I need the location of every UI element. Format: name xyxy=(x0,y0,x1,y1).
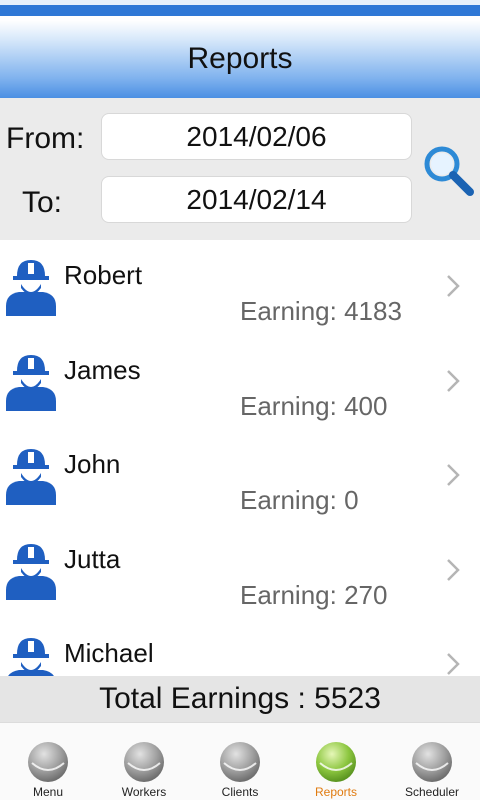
search-button[interactable] xyxy=(420,142,478,198)
worker-list: Robert Earning: 4183 James Earning: 400 … xyxy=(0,240,480,676)
chevron-right-icon xyxy=(447,558,460,581)
search-icon xyxy=(424,146,474,196)
tab-label: Workers xyxy=(121,785,167,799)
from-date-field[interactable]: 2014/02/06 xyxy=(101,113,412,160)
chevron-right-icon xyxy=(447,464,460,486)
worker-name: Jutta xyxy=(64,543,121,574)
list-item[interactable]: Michael xyxy=(0,618,480,676)
total-earnings-text: Total Earnings : 5523 xyxy=(99,682,381,715)
to-date-field[interactable]: 2014/02/14 xyxy=(101,176,412,223)
reports-tab-icon xyxy=(316,742,356,782)
list-item[interactable]: Robert Earning: 4183 xyxy=(0,240,480,335)
tab-reports[interactable]: Reports xyxy=(288,723,384,800)
list-item[interactable]: John Earning: 0 xyxy=(0,429,480,524)
worker-name: James xyxy=(64,354,141,385)
total-earnings-bar: Total Earnings : 5523 xyxy=(0,676,480,722)
status-strip xyxy=(0,0,480,20)
chevron-right-icon xyxy=(447,653,460,675)
worker-name: John xyxy=(64,449,121,479)
worker-earning: Earning: 4183 xyxy=(240,296,402,326)
list-item[interactable]: Jutta Earning: 270 xyxy=(0,524,480,619)
tab-label: Scheduler xyxy=(404,785,460,799)
menu-tab-icon xyxy=(28,742,68,782)
workers-tab-icon xyxy=(124,742,164,782)
tab-scheduler[interactable]: Scheduler xyxy=(384,723,480,800)
chevron-right-icon xyxy=(447,275,460,297)
tab-label: Clients xyxy=(221,785,259,799)
header-bar: Reports xyxy=(0,20,480,98)
worker-avatar-icon xyxy=(6,543,56,600)
to-label: To: xyxy=(22,186,63,219)
chevron-right-icon xyxy=(447,369,460,392)
from-label: From: xyxy=(6,122,85,155)
worker-avatar-icon xyxy=(6,260,56,316)
worker-avatar-icon xyxy=(6,354,56,411)
tab-label: Reports xyxy=(314,785,358,799)
tab-menu[interactable]: Menu xyxy=(0,723,96,800)
list-item[interactable]: James Earning: 400 xyxy=(0,335,480,430)
worker-earning: Earning: 400 xyxy=(240,390,388,421)
worker-name: Robert xyxy=(64,260,143,290)
worker-avatar-icon xyxy=(6,449,56,505)
worker-name: Michael xyxy=(64,638,154,668)
worker-earning: Earning: 270 xyxy=(240,579,388,610)
scheduler-tab-icon xyxy=(412,742,452,782)
clients-tab-icon xyxy=(220,742,260,782)
tab-label: Menu xyxy=(32,785,64,799)
tab-workers[interactable]: Workers xyxy=(96,723,192,800)
tab-clients[interactable]: Clients xyxy=(192,723,288,800)
bottom-tab-bar: Menu Workers Clients Reports Scheduler xyxy=(0,722,480,800)
worker-avatar-icon xyxy=(8,638,54,676)
page-title: Reports xyxy=(187,42,293,75)
worker-earning: Earning: 0 xyxy=(240,485,359,515)
